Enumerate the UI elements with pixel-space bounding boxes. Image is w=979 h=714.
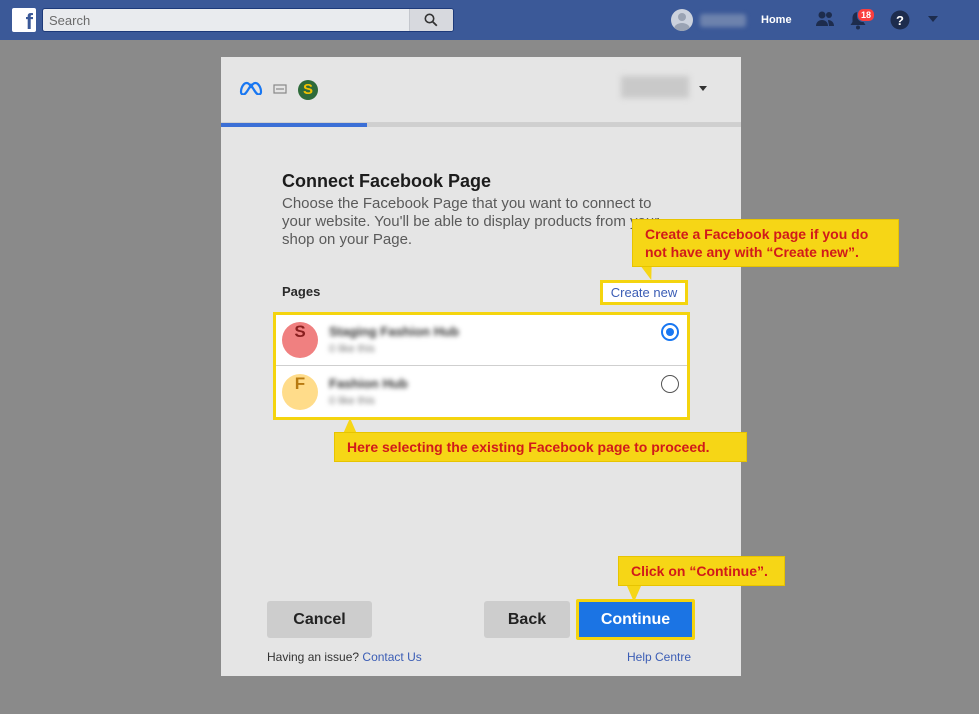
dialog-title: Connect Facebook Page	[282, 171, 492, 191]
issue-text: Having an issue?	[267, 650, 360, 664]
profile-avatar[interactable]	[671, 9, 693, 31]
create-new-callout: Create a Facebook page if you do not hav…	[632, 219, 899, 267]
contact-us-link[interactable]: Contact Us	[362, 650, 421, 664]
friend-requests-icon[interactable]	[815, 10, 835, 28]
top-navigation-bar: f Home 18 ?	[0, 0, 979, 40]
help-centre-link[interactable]: Help Centre	[627, 650, 691, 664]
back-button[interactable]: Back	[484, 601, 570, 638]
account-name-redacted[interactable]	[621, 76, 689, 98]
help-icon[interactable]: ?	[890, 10, 910, 30]
issue-footer: Having an issue? Contact Us	[267, 650, 422, 664]
svg-text:?: ?	[896, 13, 904, 28]
search-button[interactable]	[409, 9, 453, 31]
search-input[interactable]	[49, 11, 409, 29]
account-menu-chevron-down-icon[interactable]	[928, 16, 938, 22]
callout-pointer	[627, 586, 641, 602]
continue-callout: Click on “Continue”.	[618, 556, 785, 586]
step-progress-bar	[221, 123, 741, 127]
search-box	[42, 8, 454, 32]
dialog-header: S	[221, 57, 741, 123]
profile-name-redacted[interactable]	[700, 14, 746, 27]
create-new-page-button[interactable]: Create new	[600, 280, 688, 305]
store-brand-logo-icon: S	[298, 80, 318, 100]
connection-link-icon	[273, 84, 287, 94]
page-list-highlight	[273, 312, 690, 420]
home-link[interactable]: Home	[761, 14, 792, 26]
pages-label: Pages	[282, 284, 321, 299]
select-page-callout: Here selecting the existing Facebook pag…	[334, 432, 747, 462]
notification-count-badge: 18	[857, 8, 876, 22]
search-icon	[424, 13, 438, 27]
continue-button[interactable]: Continue	[576, 599, 695, 640]
dialog-description: Choose the Facebook Page that you want t…	[282, 195, 660, 248]
meta-logo-icon	[239, 81, 263, 95]
step-progress-fill	[221, 123, 367, 127]
account-dropdown-caret-icon[interactable]	[699, 86, 707, 91]
facebook-logo-icon[interactable]: f	[12, 8, 36, 32]
cancel-button[interactable]: Cancel	[267, 601, 372, 638]
